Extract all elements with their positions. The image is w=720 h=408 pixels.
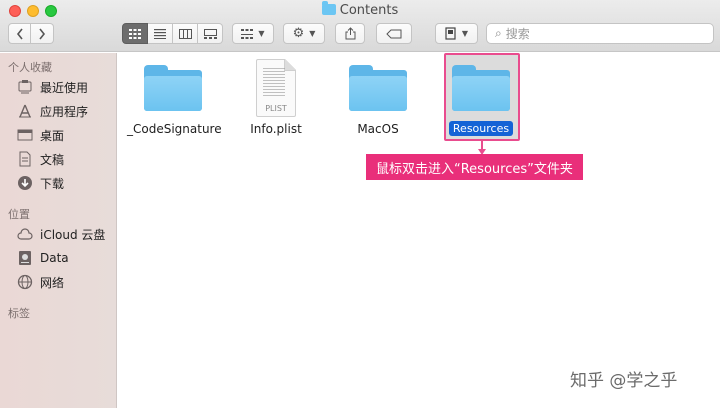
annotation-callout: 鼠标双击进入“Resources”文件夹 xyxy=(366,154,583,180)
icon-view-icon xyxy=(129,28,141,39)
sidebar-item-documents[interactable]: 文稿 xyxy=(17,150,64,168)
desktop-icon xyxy=(17,127,33,143)
tags-button[interactable] xyxy=(376,23,412,44)
folder-icon xyxy=(321,1,336,15)
dropbox-button[interactable]: ▼ xyxy=(435,23,478,44)
dropbox-icon xyxy=(445,27,456,40)
sidebar-item-label: 桌面 xyxy=(40,128,65,143)
sidebar-item-label: 文稿 xyxy=(40,152,65,167)
gallery-view-button[interactable] xyxy=(198,23,223,44)
network-icon xyxy=(17,274,33,290)
recents-icon xyxy=(17,79,33,95)
view-mode-group xyxy=(122,23,223,44)
sidebar-item-downloads[interactable]: 下载 xyxy=(17,174,64,192)
sidebar-item-recents[interactable]: 最近使用 xyxy=(17,78,88,96)
sidebar: 个人收藏 最近使用 应用程序 桌面 文稿 下载 位置 iCloud 云盘 Dat… xyxy=(0,53,117,408)
folder-icon xyxy=(144,65,202,111)
forward-button[interactable] xyxy=(31,23,54,44)
chevron-left-icon xyxy=(16,28,23,39)
plist-document-icon: PLIST xyxy=(256,59,296,117)
share-button[interactable] xyxy=(335,23,365,44)
file-name: MacOS xyxy=(357,122,399,136)
column-view-button[interactable] xyxy=(173,23,198,44)
downloads-icon xyxy=(17,175,33,191)
list-view-button[interactable] xyxy=(148,23,173,44)
folder-icon xyxy=(349,65,407,111)
icon-view-button[interactable] xyxy=(122,23,148,44)
documents-icon xyxy=(17,151,33,167)
file-extension: PLIST xyxy=(265,104,287,113)
disk-icon xyxy=(17,250,33,266)
gear-icon: ⚙ xyxy=(292,26,305,41)
sidebar-heading-favorites: 个人收藏 xyxy=(8,61,52,74)
sidebar-item-label: iCloud 云盘 xyxy=(40,227,106,242)
titlebar: Contents ▼ ⚙ ▼ ▼ ⌕ 搜索 xyxy=(0,0,720,52)
file-item-info-plist[interactable]: PLIST Info.plist xyxy=(226,59,326,137)
file-name: _CodeSignature xyxy=(127,122,222,136)
file-item-codesignature[interactable]: _CodeSignature xyxy=(123,65,223,137)
sidebar-item-desktop[interactable]: 桌面 xyxy=(17,126,64,144)
chevron-right-icon xyxy=(39,28,46,39)
group-by-button[interactable]: ▼ xyxy=(232,23,274,44)
file-item-resources[interactable]: Resources xyxy=(431,65,531,136)
applications-icon xyxy=(17,103,33,119)
sidebar-item-data[interactable]: Data xyxy=(17,249,69,267)
group-by-icon xyxy=(241,28,254,39)
action-button[interactable]: ⚙ ▼ xyxy=(283,23,325,44)
search-icon: ⌕ xyxy=(495,26,502,40)
list-view-icon xyxy=(154,28,166,39)
chevron-down-icon: ▼ xyxy=(258,29,265,38)
sidebar-heading-locations: 位置 xyxy=(8,208,30,221)
navigation-group xyxy=(8,23,54,44)
file-browser: _CodeSignature PLIST Info.plist MacOS Re… xyxy=(118,53,720,408)
sidebar-item-applications[interactable]: 应用程序 xyxy=(17,102,88,120)
chevron-down-icon: ▼ xyxy=(309,29,316,38)
tag-icon xyxy=(386,29,402,38)
back-button[interactable] xyxy=(8,23,31,44)
sidebar-heading-tags: 标签 xyxy=(8,307,30,320)
search-placeholder: 搜索 xyxy=(505,27,530,41)
sidebar-item-label: Data xyxy=(40,251,69,265)
chevron-down-icon: ▼ xyxy=(461,29,469,38)
file-item-macos[interactable]: MacOS xyxy=(328,65,428,137)
search-field[interactable]: ⌕ 搜索 xyxy=(486,23,714,44)
sidebar-item-label: 最近使用 xyxy=(40,80,89,95)
watermark: 知乎 @学之乎 xyxy=(570,371,678,391)
sidebar-item-label: 网络 xyxy=(40,275,65,290)
column-view-icon xyxy=(178,28,192,39)
cloud-icon xyxy=(17,226,33,242)
sidebar-item-network[interactable]: 网络 xyxy=(17,273,64,291)
sidebar-item-label: 应用程序 xyxy=(40,104,89,119)
sidebar-item-label: 下载 xyxy=(40,176,65,191)
file-name: Resources xyxy=(448,121,514,136)
folder-icon xyxy=(452,65,510,111)
gallery-view-icon xyxy=(203,28,217,39)
window-title: Contents xyxy=(0,1,720,18)
file-name: Info.plist xyxy=(250,122,302,136)
share-icon xyxy=(345,27,355,40)
sidebar-item-icloud[interactable]: iCloud 云盘 xyxy=(17,225,105,243)
